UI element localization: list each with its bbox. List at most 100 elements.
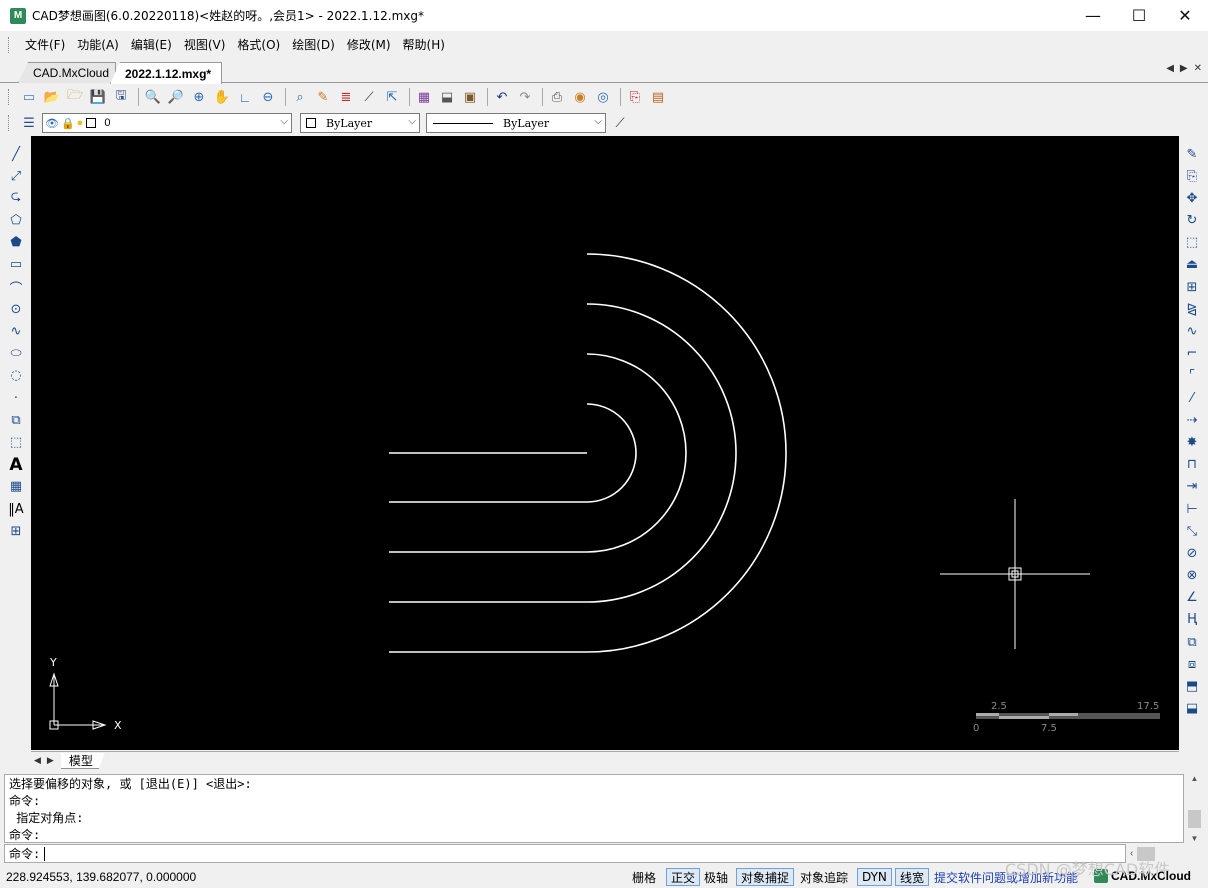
linetype-select[interactable]: ByLayer ⌵ [426, 113, 606, 133]
zoom-extents-icon[interactable]: ⊕ [189, 87, 209, 107]
extend-icon[interactable]: ⇢ [1182, 410, 1202, 430]
block-icon[interactable]: ▦ [414, 87, 434, 107]
layer-select[interactable]: 👁 🔒 ● 0 ⌵ [42, 113, 292, 133]
point-icon[interactable]: · [6, 388, 26, 408]
save-icon[interactable]: 💾 [88, 87, 108, 107]
layer-manager-icon[interactable]: ☰ [19, 113, 39, 133]
offset-icon[interactable]: ∿ [1182, 322, 1202, 342]
undo-icon[interactable]: ↶ [492, 87, 512, 107]
image-icon[interactable]: ▣ [460, 87, 480, 107]
minimize-button[interactable]: — [1070, 0, 1116, 31]
dim-continue-icon[interactable]: Ⱨ [1182, 610, 1202, 630]
arc-icon[interactable]: ⌒ [6, 277, 26, 297]
drawing-canvas[interactable]: Y X 2.5 17.5 0 7.5 [31, 136, 1179, 750]
sheet-prev-icon[interactable]: ◀ [31, 755, 44, 766]
rectangle-icon[interactable]: ▭ [6, 255, 26, 275]
cloud-icon[interactable]: ◎ [593, 87, 613, 107]
menu-modify[interactable]: 修改(M) [341, 36, 397, 53]
revision-cloud-icon[interactable]: ◌ [6, 366, 26, 386]
color-select[interactable]: ByLayer ⌵ [300, 113, 420, 133]
tab-current-drawing[interactable]: 2022.1.12.mxg* [110, 62, 222, 84]
layer-below-icon[interactable]: ⬓ [1182, 699, 1202, 719]
xline-icon[interactable]: ⤢ [6, 166, 26, 186]
menu-view[interactable]: 视图(V) [178, 36, 232, 53]
move-icon[interactable]: ✥ [1182, 188, 1202, 208]
ucs-icon[interactable]: ∟ [235, 87, 255, 107]
command-input[interactable]: 命令: [4, 844, 1126, 863]
line-icon[interactable]: ╱ [6, 144, 26, 164]
scroll-down-icon[interactable]: ▼ [1185, 834, 1204, 843]
new-file-icon[interactable]: ▭ [19, 87, 39, 107]
toolbar-grip[interactable] [8, 115, 11, 131]
scroll-up-icon[interactable]: ▲ [1185, 774, 1204, 783]
make-block-icon[interactable]: ⬚ [6, 432, 26, 452]
lineweight-icon[interactable]: ⟋ [610, 113, 630, 133]
table-icon[interactable]: ⊞ [6, 521, 26, 541]
sheet-next-icon[interactable]: ▶ [44, 755, 57, 766]
dim-aligned-icon[interactable]: ⤡ [1182, 521, 1202, 541]
status-grid-button[interactable]: 栅格 [628, 868, 660, 886]
status-lineweight-button[interactable]: 线宽 [895, 868, 930, 886]
menu-help[interactable]: 帮助(H) [397, 36, 451, 53]
zoom-realtime-icon[interactable]: 🔍 [143, 87, 163, 107]
menu-function[interactable]: 功能(A) [71, 36, 125, 53]
dim-radius-icon[interactable]: ⊘ [1182, 543, 1202, 563]
menu-grip[interactable] [8, 36, 11, 53]
polyline-icon[interactable]: ⮎ [6, 188, 26, 208]
scroll-thumb[interactable] [1188, 810, 1201, 828]
redo-icon[interactable]: ↷ [515, 87, 535, 107]
circle-icon[interactable]: ⊙ [6, 299, 26, 319]
status-otrack-button[interactable]: 对象追踪 [796, 868, 852, 886]
dim-linear-icon[interactable]: ⊢ [1182, 499, 1202, 519]
status-osnap-button[interactable]: 对象捕捉 [736, 868, 795, 886]
menu-edit[interactable]: 编辑(E) [125, 36, 178, 53]
erase-icon[interactable]: ✎ [1182, 144, 1202, 164]
save-as-icon[interactable]: 🖫 [111, 87, 131, 107]
hatch-icon[interactable]: ▦ [6, 477, 26, 497]
dim-angle-icon[interactable]: ∠ [1182, 588, 1202, 608]
layer-stack-icon[interactable]: ≣ [336, 87, 356, 107]
copy-icon[interactable]: ⎘ [1182, 166, 1202, 186]
trim-icon[interactable]: ⁄ [1182, 388, 1202, 408]
maximize-button[interactable]: ☐ [1116, 0, 1162, 31]
mirror-icon[interactable]: ⧎ [1182, 299, 1202, 319]
menu-format[interactable]: 格式(O) [231, 36, 286, 53]
tab-next-icon[interactable]: ▶ [1180, 63, 1188, 74]
layer-bring-front-icon[interactable]: ⧉ [1182, 632, 1202, 652]
tab-close-icon[interactable]: ✕ [1194, 63, 1202, 74]
insert-block-icon[interactable]: ⬓ [437, 87, 457, 107]
layer-send-back-icon[interactable]: ⧈ [1182, 654, 1202, 674]
pdf-export-icon[interactable]: ⎘ [625, 87, 645, 107]
toolbar-grip[interactable] [8, 89, 11, 105]
scale-icon[interactable]: ⬚ [1182, 233, 1202, 253]
array-icon[interactable]: ⊞ [1182, 277, 1202, 297]
plugin-icon[interactable]: ◉ [570, 87, 590, 107]
polygon-icon[interactable]: ⬠ [6, 211, 26, 231]
tab-cad-mxcloud[interactable]: CAD.MxCloud [18, 62, 116, 83]
text-icon[interactable]: A [6, 455, 26, 475]
dim-diameter-icon[interactable]: ⊗ [1182, 566, 1202, 586]
zoom-window-icon[interactable]: 🔎 [166, 87, 186, 107]
open-file-icon[interactable]: 📂 [42, 87, 62, 107]
status-ortho-button[interactable]: 正交 [666, 868, 701, 886]
spline-icon[interactable]: ∿ [6, 322, 26, 342]
insert-block-icon[interactable]: ⧉ [6, 410, 26, 430]
fillet-icon[interactable]: ⌐ [1182, 344, 1202, 364]
pan-icon[interactable]: ✋ [212, 87, 232, 107]
layer-above-icon[interactable]: ⬒ [1182, 677, 1202, 697]
break-icon[interactable]: ⊓ [1182, 455, 1202, 475]
image-export-icon[interactable]: ▤ [648, 87, 668, 107]
tab-model[interactable]: 模型 [61, 753, 105, 769]
join-icon[interactable]: ⇥ [1182, 477, 1202, 497]
draw-order-icon[interactable]: ⟋ [359, 87, 379, 107]
pentagon-icon[interactable]: ⬟ [6, 233, 26, 253]
explode-icon[interactable]: ✸ [1182, 432, 1202, 452]
stretch-icon[interactable]: ⏏ [1182, 255, 1202, 275]
chamfer-icon[interactable]: ⌜ [1182, 366, 1202, 386]
menu-draw[interactable]: 绘图(D) [286, 36, 341, 53]
ellipse-icon[interactable]: ⬭ [6, 344, 26, 364]
zoom-previous-icon[interactable]: ⊖ [258, 87, 278, 107]
export-icon[interactable]: ⇱ [382, 87, 402, 107]
rotate-icon[interactable]: ↻ [1182, 211, 1202, 231]
tab-prev-icon[interactable]: ◀ [1166, 63, 1174, 74]
